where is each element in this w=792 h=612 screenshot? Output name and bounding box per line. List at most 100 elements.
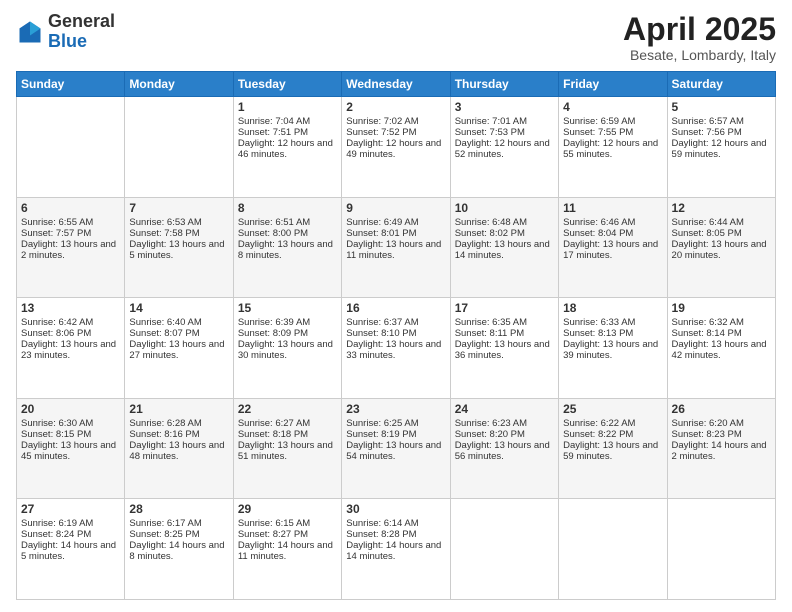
- sunset-text: Sunset: 8:02 PM: [455, 228, 554, 239]
- sunset-text: Sunset: 7:57 PM: [21, 228, 120, 239]
- daylight-text: Daylight: 14 hours and 11 minutes.: [238, 540, 337, 562]
- daylight-text: Daylight: 13 hours and 51 minutes.: [238, 440, 337, 462]
- calendar-week-5: 27Sunrise: 6:19 AMSunset: 8:24 PMDayligh…: [17, 499, 776, 600]
- calendar-header-wednesday: Wednesday: [342, 72, 450, 97]
- sunset-text: Sunset: 8:10 PM: [346, 328, 445, 339]
- month-title: April 2025: [623, 12, 776, 47]
- sunrise-text: Sunrise: 6:19 AM: [21, 518, 120, 529]
- calendar-table: SundayMondayTuesdayWednesdayThursdayFrid…: [16, 71, 776, 600]
- daylight-text: Daylight: 13 hours and 39 minutes.: [563, 339, 662, 361]
- sunrise-text: Sunrise: 7:02 AM: [346, 116, 445, 127]
- sunrise-text: Sunrise: 6:35 AM: [455, 317, 554, 328]
- sunrise-text: Sunrise: 6:44 AM: [672, 217, 771, 228]
- daylight-text: Daylight: 13 hours and 23 minutes.: [21, 339, 120, 361]
- sunset-text: Sunset: 8:28 PM: [346, 529, 445, 540]
- calendar-cell: 23Sunrise: 6:25 AMSunset: 8:19 PMDayligh…: [342, 398, 450, 499]
- sunset-text: Sunset: 8:23 PM: [672, 429, 771, 440]
- sunset-text: Sunset: 7:56 PM: [672, 127, 771, 138]
- calendar-cell: 4Sunrise: 6:59 AMSunset: 7:55 PMDaylight…: [559, 97, 667, 198]
- day-number: 29: [238, 502, 337, 516]
- header: General Blue April 2025 Besate, Lombardy…: [16, 12, 776, 63]
- calendar-cell: 27Sunrise: 6:19 AMSunset: 8:24 PMDayligh…: [17, 499, 125, 600]
- calendar-header-saturday: Saturday: [667, 72, 775, 97]
- sunset-text: Sunset: 7:53 PM: [455, 127, 554, 138]
- sunrise-text: Sunrise: 6:59 AM: [563, 116, 662, 127]
- sunrise-text: Sunrise: 6:20 AM: [672, 418, 771, 429]
- daylight-text: Daylight: 12 hours and 59 minutes.: [672, 138, 771, 160]
- calendar-cell: 15Sunrise: 6:39 AMSunset: 8:09 PMDayligh…: [233, 298, 341, 399]
- day-number: 4: [563, 100, 662, 114]
- day-number: 20: [21, 402, 120, 416]
- day-number: 14: [129, 301, 228, 315]
- sunrise-text: Sunrise: 6:17 AM: [129, 518, 228, 529]
- sunrise-text: Sunrise: 6:25 AM: [346, 418, 445, 429]
- sunrise-text: Sunrise: 6:51 AM: [238, 217, 337, 228]
- calendar-cell: 7Sunrise: 6:53 AMSunset: 7:58 PMDaylight…: [125, 197, 233, 298]
- daylight-text: Daylight: 12 hours and 52 minutes.: [455, 138, 554, 160]
- daylight-text: Daylight: 13 hours and 45 minutes.: [21, 440, 120, 462]
- sunset-text: Sunset: 8:07 PM: [129, 328, 228, 339]
- day-number: 2: [346, 100, 445, 114]
- calendar-cell: 6Sunrise: 6:55 AMSunset: 7:57 PMDaylight…: [17, 197, 125, 298]
- sunrise-text: Sunrise: 6:42 AM: [21, 317, 120, 328]
- daylight-text: Daylight: 14 hours and 14 minutes.: [346, 540, 445, 562]
- sunrise-text: Sunrise: 6:32 AM: [672, 317, 771, 328]
- sunrise-text: Sunrise: 7:04 AM: [238, 116, 337, 127]
- sunset-text: Sunset: 8:11 PM: [455, 328, 554, 339]
- daylight-text: Daylight: 13 hours and 33 minutes.: [346, 339, 445, 361]
- day-number: 22: [238, 402, 337, 416]
- daylight-text: Daylight: 13 hours and 17 minutes.: [563, 239, 662, 261]
- day-number: 10: [455, 201, 554, 215]
- calendar-week-4: 20Sunrise: 6:30 AMSunset: 8:15 PMDayligh…: [17, 398, 776, 499]
- calendar-cell: 1Sunrise: 7:04 AMSunset: 7:51 PMDaylight…: [233, 97, 341, 198]
- sunset-text: Sunset: 8:18 PM: [238, 429, 337, 440]
- calendar-cell: 10Sunrise: 6:48 AMSunset: 8:02 PMDayligh…: [450, 197, 558, 298]
- sunrise-text: Sunrise: 6:28 AM: [129, 418, 228, 429]
- day-number: 11: [563, 201, 662, 215]
- sunset-text: Sunset: 7:52 PM: [346, 127, 445, 138]
- sunrise-text: Sunrise: 6:53 AM: [129, 217, 228, 228]
- sunrise-text: Sunrise: 6:27 AM: [238, 418, 337, 429]
- sunrise-text: Sunrise: 6:49 AM: [346, 217, 445, 228]
- daylight-text: Daylight: 14 hours and 2 minutes.: [672, 440, 771, 462]
- calendar-cell: 28Sunrise: 6:17 AMSunset: 8:25 PMDayligh…: [125, 499, 233, 600]
- daylight-text: Daylight: 13 hours and 2 minutes.: [21, 239, 120, 261]
- daylight-text: Daylight: 12 hours and 49 minutes.: [346, 138, 445, 160]
- sunrise-text: Sunrise: 6:22 AM: [563, 418, 662, 429]
- day-number: 26: [672, 402, 771, 416]
- logo-blue: Blue: [48, 31, 87, 51]
- day-number: 8: [238, 201, 337, 215]
- sunrise-text: Sunrise: 6:33 AM: [563, 317, 662, 328]
- sunrise-text: Sunrise: 7:01 AM: [455, 116, 554, 127]
- sunset-text: Sunset: 7:58 PM: [129, 228, 228, 239]
- calendar-cell: 12Sunrise: 6:44 AMSunset: 8:05 PMDayligh…: [667, 197, 775, 298]
- sunrise-text: Sunrise: 6:48 AM: [455, 217, 554, 228]
- page: General Blue April 2025 Besate, Lombardy…: [0, 0, 792, 612]
- day-number: 7: [129, 201, 228, 215]
- calendar-cell: 20Sunrise: 6:30 AMSunset: 8:15 PMDayligh…: [17, 398, 125, 499]
- sunset-text: Sunset: 8:04 PM: [563, 228, 662, 239]
- calendar-cell: 21Sunrise: 6:28 AMSunset: 8:16 PMDayligh…: [125, 398, 233, 499]
- location-title: Besate, Lombardy, Italy: [623, 47, 776, 63]
- sunset-text: Sunset: 8:20 PM: [455, 429, 554, 440]
- sunset-text: Sunset: 8:16 PM: [129, 429, 228, 440]
- calendar-header-thursday: Thursday: [450, 72, 558, 97]
- calendar-week-3: 13Sunrise: 6:42 AMSunset: 8:06 PMDayligh…: [17, 298, 776, 399]
- calendar-cell: 11Sunrise: 6:46 AMSunset: 8:04 PMDayligh…: [559, 197, 667, 298]
- calendar-cell: 22 Sunrise: 6:27 AMSunset: 8:18 PMDayligh…: [233, 398, 341, 499]
- calendar-cell: 29Sunrise: 6:15 AMSunset: 8:27 PMDayligh…: [233, 499, 341, 600]
- sunset-text: Sunset: 8:09 PM: [238, 328, 337, 339]
- logo: General Blue: [16, 12, 115, 52]
- calendar-cell: 2 Sunrise: 7:02 AMSunset: 7:52 PMDaylight…: [342, 97, 450, 198]
- day-number: 16: [346, 301, 445, 315]
- calendar-week-2: 6Sunrise: 6:55 AMSunset: 7:57 PMDaylight…: [17, 197, 776, 298]
- sunset-text: Sunset: 8:06 PM: [21, 328, 120, 339]
- calendar-cell: 13Sunrise: 6:42 AMSunset: 8:06 PMDayligh…: [17, 298, 125, 399]
- sunset-text: Sunset: 8:25 PM: [129, 529, 228, 540]
- logo-general: General: [48, 11, 115, 31]
- daylight-text: Daylight: 13 hours and 30 minutes.: [238, 339, 337, 361]
- calendar-header-monday: Monday: [125, 72, 233, 97]
- logo-icon: [16, 18, 44, 46]
- calendar-cell: 18Sunrise: 6:33 AMSunset: 8:13 PMDayligh…: [559, 298, 667, 399]
- sunset-text: Sunset: 7:51 PM: [238, 127, 337, 138]
